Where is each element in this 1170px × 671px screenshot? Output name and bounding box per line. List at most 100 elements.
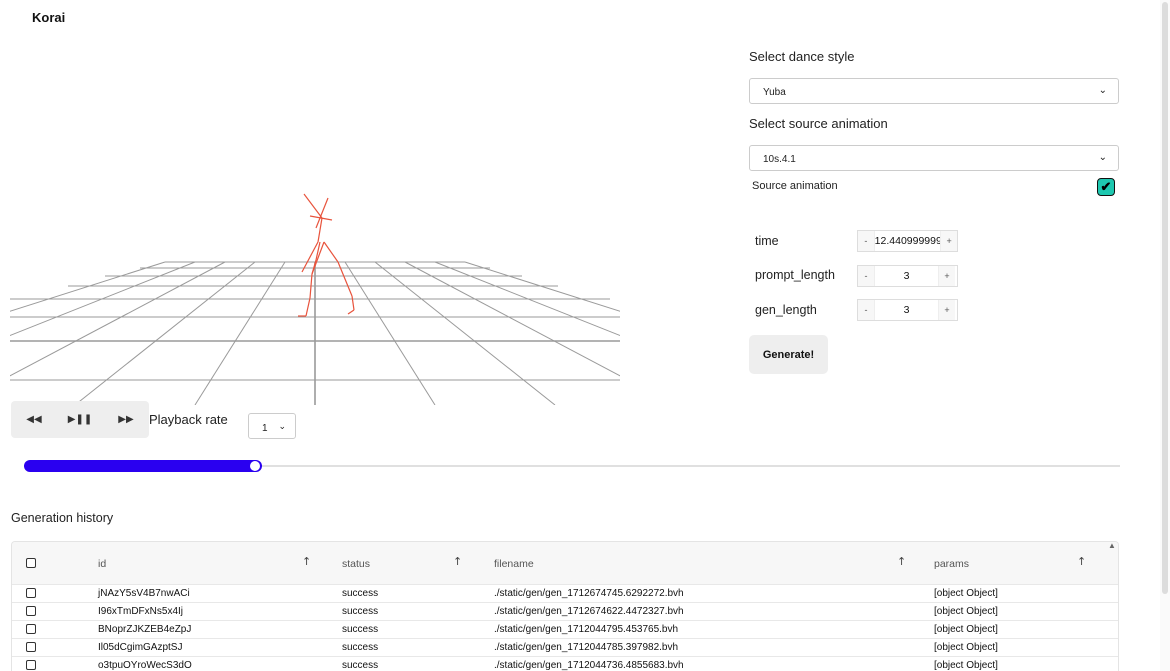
scrollbar-thumb[interactable] xyxy=(1162,2,1168,594)
slider-thumb[interactable] xyxy=(249,461,260,471)
row-params: [object Object] xyxy=(934,624,998,635)
app-title: Korai xyxy=(32,10,66,25)
check-icon: ✔ xyxy=(1100,179,1112,194)
decrement-button[interactable]: - xyxy=(858,266,874,286)
time-stepper[interactable]: - 12.440999999 + xyxy=(857,230,958,252)
row-params: [object Object] xyxy=(934,606,998,617)
row-params: [object Object] xyxy=(934,588,998,599)
gen-length-input[interactable]: 3 xyxy=(874,300,939,320)
playback-controls: ◀◀ ▶❚❚ ▶▶ xyxy=(11,401,149,438)
column-header-status[interactable]: status xyxy=(342,558,370,570)
row-filename: ./static/gen/gen_1712044736.4855683.bvh xyxy=(494,660,684,671)
row-id: o3tpuOYroWecS3dO xyxy=(98,660,192,671)
play-pause-button[interactable]: ▶❚❚ xyxy=(57,401,103,438)
increment-button[interactable]: + xyxy=(939,300,955,320)
rewind-button[interactable]: ◀◀ xyxy=(11,401,57,438)
row-checkbox[interactable] xyxy=(26,660,36,670)
increment-button[interactable]: + xyxy=(939,266,955,286)
rewind-icon: ◀◀ xyxy=(26,414,42,425)
row-filename: ./static/gen/gen_1712674622.4472327.bvh xyxy=(494,606,684,617)
grid-line xyxy=(74,261,256,405)
column-header-id[interactable]: id xyxy=(98,558,106,570)
gen-length-stepper[interactable]: - 3 + xyxy=(857,299,958,321)
grid-line xyxy=(194,261,286,405)
skeleton-bone xyxy=(305,297,311,317)
column-header-params[interactable]: params xyxy=(934,558,969,570)
play-pause-icon: ▶❚❚ xyxy=(67,414,93,425)
dance-style-select[interactable]: Yuba ⌄ xyxy=(749,78,1119,104)
param-label-prompt-length: prompt_length xyxy=(755,268,835,282)
row-filename: ./static/gen/gen_1712674745.6292272.bvh xyxy=(494,588,684,599)
history-table: id ↑ status ↑ filename ↑ params ↑ jNAzY5… xyxy=(11,541,1119,671)
skeleton-bone xyxy=(337,261,353,297)
sort-arrow-icon[interactable]: ↑ xyxy=(897,555,906,568)
row-filename: ./static/gen/gen_1712044785.397982.bvh xyxy=(494,642,679,653)
chevron-down-icon: ⌄ xyxy=(1098,85,1107,96)
table-header: id ↑ status ↑ filename ↑ params ↑ xyxy=(12,542,1118,585)
table-row[interactable]: jNAzY5sV4B7nwACi success ./static/gen/gen_… xyxy=(12,585,1118,603)
param-label-gen-length: gen_length xyxy=(755,303,817,317)
page-scrollbar[interactable] xyxy=(1160,0,1170,671)
generate-button[interactable]: Generate! xyxy=(749,335,828,374)
chevron-down-icon: ⌄ xyxy=(278,421,286,431)
skeleton-bone xyxy=(323,241,339,263)
fast-forward-icon: ▶▶ xyxy=(118,414,134,425)
source-animation-label: Select source animation xyxy=(749,116,888,131)
table-row[interactable]: I96xTmDFxNs5x4Ij success ./static/gen/gen_… xyxy=(12,603,1118,621)
decrement-button[interactable]: - xyxy=(858,300,874,320)
increment-button[interactable]: + xyxy=(941,231,957,251)
column-header-filename[interactable]: filename xyxy=(494,558,534,570)
animation-viewport[interactable] xyxy=(10,180,620,405)
row-checkbox[interactable] xyxy=(26,606,36,616)
time-input[interactable]: 12.440999999 xyxy=(873,231,942,251)
skeleton-figure xyxy=(298,193,355,317)
source-animation-value: 10s.4.1 xyxy=(763,154,796,165)
row-status: success xyxy=(342,606,379,617)
skeleton-bone xyxy=(303,193,323,219)
playback-rate-value: 1 xyxy=(262,423,268,434)
skeleton-bone xyxy=(351,295,355,311)
row-checkbox[interactable] xyxy=(26,588,36,598)
table-scroll-up-icon[interactable]: ▲ xyxy=(1108,541,1116,550)
row-checkbox[interactable] xyxy=(26,642,36,652)
table-row[interactable]: o3tpuOYroWecS3dO success ./static/gen/gen_… xyxy=(12,657,1118,671)
decrement-button[interactable]: - xyxy=(858,231,874,251)
grid-line xyxy=(344,261,436,405)
table-row[interactable]: Il05dCgimGAzptSJ success ./static/gen/gen_… xyxy=(12,639,1118,657)
table-body: jNAzY5sV4B7nwACi success ./static/gen/gen_… xyxy=(12,585,1118,671)
param-label-time: time xyxy=(755,234,779,248)
fast-forward-button[interactable]: ▶▶ xyxy=(103,401,149,438)
row-id: Il05dCgimGAzptSJ xyxy=(98,642,183,653)
row-checkbox[interactable] xyxy=(26,624,36,634)
source-animation-select[interactable]: 10s.4.1 ⌄ xyxy=(749,145,1119,171)
row-filename: ./static/gen/gen_1712044795.453765.bvh xyxy=(494,624,679,635)
slider-fill xyxy=(24,460,262,472)
history-title: Generation history xyxy=(11,511,114,525)
row-status: success xyxy=(342,624,379,635)
grid-line xyxy=(404,261,620,377)
source-animation-checkbox-label: Source animation xyxy=(752,180,838,192)
playback-rate-select[interactable]: 1 ⌄ xyxy=(248,413,296,439)
row-params: [object Object] xyxy=(934,660,998,671)
prompt-length-stepper[interactable]: - 3 + xyxy=(857,265,958,287)
select-all-checkbox[interactable] xyxy=(26,558,36,568)
sort-arrow-icon[interactable]: ↑ xyxy=(302,555,311,568)
floor-grid xyxy=(10,261,620,405)
prompt-length-input[interactable]: 3 xyxy=(874,266,939,286)
row-status: success xyxy=(342,588,379,599)
timeline-slider[interactable] xyxy=(24,460,1120,472)
grid-line xyxy=(374,261,556,405)
row-params: [object Object] xyxy=(934,642,998,653)
table-row[interactable]: BNoprZJKZEB4eZpJ success ./static/gen/gen_… xyxy=(12,621,1118,639)
row-id: BNoprZJKZEB4eZpJ xyxy=(98,624,192,635)
source-animation-checkbox[interactable]: ✔ xyxy=(1097,178,1115,196)
sort-arrow-icon[interactable]: ↑ xyxy=(453,555,462,568)
grid-line xyxy=(10,261,226,377)
sort-arrow-icon[interactable]: ↑ xyxy=(1077,555,1086,568)
row-status: success xyxy=(342,642,379,653)
chevron-down-icon: ⌄ xyxy=(1098,152,1107,163)
row-status: success xyxy=(342,660,379,671)
dance-style-label: Select dance style xyxy=(749,49,855,64)
dance-style-value: Yuba xyxy=(763,87,786,98)
playback-rate-label: Playback rate xyxy=(149,412,228,427)
